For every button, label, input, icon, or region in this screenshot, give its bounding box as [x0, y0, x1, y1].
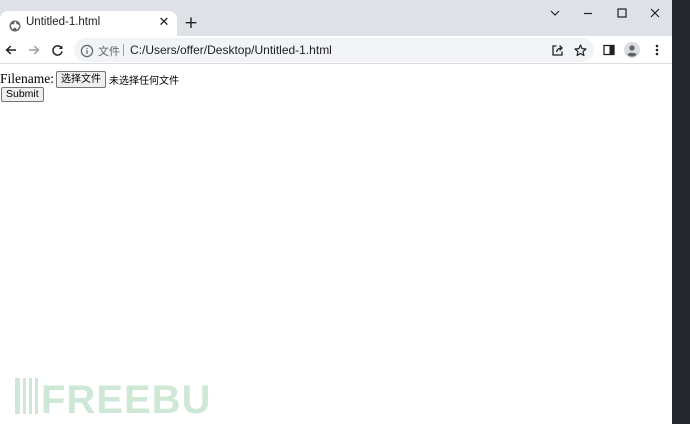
- chevron-down-icon[interactable]: [546, 4, 564, 22]
- maximize-icon[interactable]: [613, 4, 631, 22]
- url-text[interactable]: C:/Users/offer/Desktop/Untitled-1.html: [130, 43, 332, 57]
- browser-window: Untitled-1.html ✕ + 文件 C:/Users/offer/De…: [0, 0, 672, 424]
- tab-title: Untitled-1.html: [26, 16, 101, 28]
- omnibox-divider: [123, 44, 124, 56]
- page-content: Filename: 选择文件 未选择任何文件 Submit: [0, 65, 672, 424]
- upload-form: Filename: 选择文件 未选择任何文件: [0, 70, 179, 88]
- browser-toolbar: 文件 C:/Users/offer/Desktop/Untitled-1.htm…: [0, 36, 672, 64]
- minimize-icon[interactable]: [579, 4, 597, 22]
- scheme-label: 文件: [98, 45, 120, 58]
- reload-icon[interactable]: [48, 41, 66, 59]
- info-icon[interactable]: [80, 43, 94, 58]
- globe-icon: [9, 17, 21, 32]
- tab-strip: Untitled-1.html ✕ +: [0, 0, 672, 36]
- choose-file-button[interactable]: 选择文件: [56, 70, 106, 88]
- freebuf-watermark: FREEBUF: [15, 378, 211, 417]
- share-icon[interactable]: [548, 41, 566, 59]
- profile-icon[interactable]: [623, 41, 641, 59]
- address-bar[interactable]: 文件 C:/Users/offer/Desktop/Untitled-1.htm…: [74, 38, 594, 62]
- no-file-chosen-text: 未选择任何文件: [109, 75, 179, 87]
- close-icon[interactable]: ✕: [157, 16, 171, 30]
- back-arrow-icon[interactable]: [2, 41, 20, 59]
- filename-label: Filename:: [0, 71, 54, 86]
- forward-arrow-icon[interactable]: [25, 41, 43, 59]
- desktop-background: [672, 0, 690, 424]
- svg-text:FREEBUF: FREEBUF: [41, 378, 211, 417]
- tab-untitled-1[interactable]: Untitled-1.html ✕: [0, 11, 177, 36]
- close-icon[interactable]: [646, 4, 664, 22]
- star-icon[interactable]: [571, 41, 589, 59]
- plus-icon[interactable]: +: [183, 15, 199, 32]
- side-panel-icon[interactable]: [600, 41, 618, 59]
- submit-button[interactable]: Submit: [1, 87, 44, 102]
- kebab-menu-icon[interactable]: [648, 41, 666, 59]
